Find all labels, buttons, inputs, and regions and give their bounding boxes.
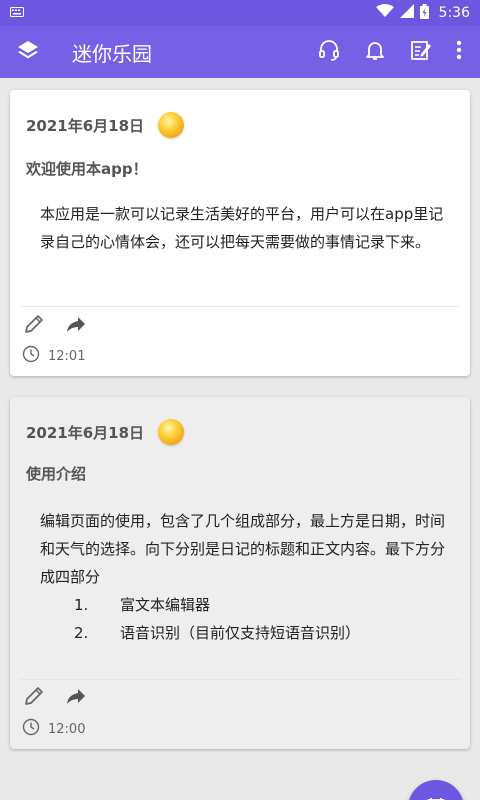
new-note-button[interactable] [398,26,444,78]
share-arrow-icon [67,317,85,332]
note-body: 编辑页面的使用，包含了几个组成部分，最上方是日期，时间和天气的选择。向下分别是日… [40,507,450,647]
keyboard-icon [10,6,24,21]
note-date: 2021年6月18日 [26,116,145,135]
more-options-button[interactable] [444,26,474,78]
headset-icon [317,38,341,66]
list-number: 1. [74,596,89,614]
battery-icon [419,3,429,23]
note-card[interactable]: 2021年6月18日 使用介绍 编辑页面的使用，包含了几个组成部分，最上方是日期… [10,397,470,749]
status-bar: 5:36 [0,0,480,26]
edit-button[interactable] [22,312,46,336]
note-title: 使用介绍 [26,465,87,483]
layers-icon [16,38,40,66]
signal-icon [399,4,414,22]
clock-icon [22,345,40,367]
note-title: 欢迎使用本app！ [26,160,148,178]
edit-note-icon [409,38,433,66]
layers-menu-button[interactable] [0,26,56,78]
note-card[interactable]: 2021年6月18日 欢迎使用本app！ 本应用是一款可以记录生活美好的平台，用… [10,90,470,376]
pencil-icon [25,315,43,333]
calendar-icon [425,796,447,800]
note-time: 12:00 [48,721,86,737]
list-text: 语音识别（目前仅支持短语音识别） [120,624,361,642]
clock-icon [22,718,40,740]
divider [20,306,460,307]
status-time: 5:36 [438,5,470,21]
edit-button[interactable] [22,684,46,708]
note-body: 本应用是一款可以记录生活美好的平台，用户可以在app里记录自己的心情体会，还可以… [40,205,444,251]
list-number: 2. [74,624,89,642]
note-date: 2021年6月18日 [26,423,145,442]
app-bar: 迷你乐园 [0,26,480,78]
share-arrow-icon [67,689,85,704]
notifications-button[interactable] [352,26,398,78]
sunny-weather-icon [158,419,185,445]
calendar-fab-button[interactable] [408,780,464,800]
list-text: 富文本编辑器 [120,596,211,614]
share-button[interactable] [64,684,88,708]
list-item: 2. 语音识别（目前仅支持短语音识别） [40,619,450,647]
support-button[interactable] [306,26,352,78]
sunny-weather-icon [158,112,185,138]
pencil-icon [25,687,43,705]
share-button[interactable] [64,312,88,336]
more-vert-icon [456,40,462,64]
divider [20,679,460,680]
list-item: 1. 富文本编辑器 [40,591,450,619]
page-title: 迷你乐园 [72,41,152,66]
note-body-text: 编辑页面的使用，包含了几个组成部分，最上方是日期，时间和天气的选择。向下分别是日… [40,512,446,586]
note-time: 12:01 [48,348,86,364]
bell-icon [363,38,387,66]
wifi-icon [375,4,394,22]
